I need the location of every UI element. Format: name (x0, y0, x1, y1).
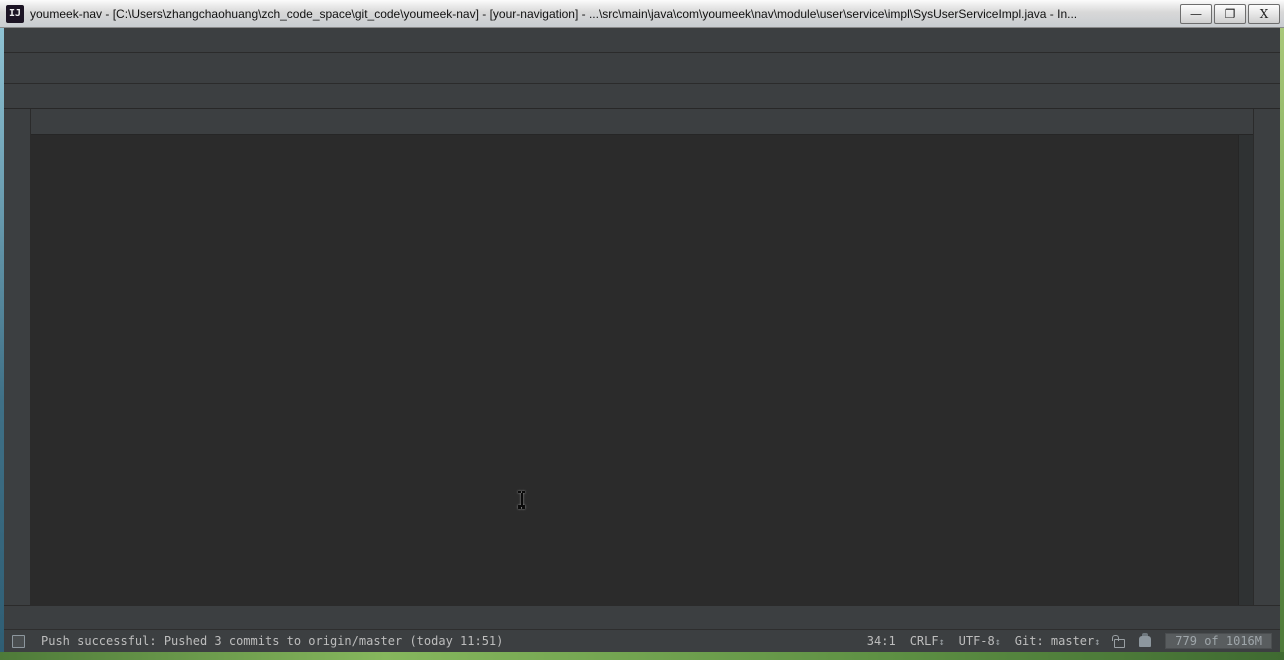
app-icon: IJ (6, 5, 24, 23)
window-border-right (1280, 28, 1284, 652)
hector-inspections-icon[interactable] (1139, 636, 1151, 647)
editor-tab-bar (31, 109, 1253, 135)
main-toolbar (4, 53, 1280, 84)
caret-position[interactable]: 34:1 (867, 634, 896, 648)
window-title: youmeek-nav - [C:\Users\zhangchaohuang\z… (30, 7, 1172, 21)
menu-bar (4, 28, 1280, 53)
ide-window: Push successful: Pushed 3 commits to ori… (4, 28, 1280, 652)
window-border-left (0, 28, 4, 652)
title-bar: IJ youmeek-nav - [C:\Users\zhangchaohuan… (0, 0, 1284, 28)
line-ending-selector[interactable]: CRLF↕ (910, 634, 945, 648)
breadcrumb (4, 84, 1280, 109)
status-message: Push successful: Pushed 3 commits to ori… (41, 634, 853, 648)
left-toolwindow-strip (4, 109, 31, 605)
maximize-button[interactable]: ❐ (1214, 4, 1246, 24)
code-editor[interactable] (31, 135, 1238, 605)
close-button[interactable]: X (1248, 4, 1280, 24)
git-branch-selector[interactable]: Git: master↕ (1015, 634, 1101, 648)
lock-icon[interactable] (1114, 639, 1125, 648)
status-bar: Push successful: Pushed 3 commits to ori… (4, 629, 1280, 652)
window-border-bottom (0, 652, 1284, 660)
right-toolwindow-strip (1253, 109, 1280, 605)
editor-area (31, 109, 1253, 605)
minimize-button[interactable]: — (1180, 4, 1212, 24)
bottom-toolwindow-bar (4, 605, 1280, 629)
memory-indicator[interactable]: 779 of 1016M (1165, 633, 1272, 649)
mouse-ibeam-cursor (517, 491, 526, 509)
error-stripe-scrollbar[interactable] (1238, 135, 1253, 605)
toolwindow-toggle-icon[interactable] (12, 635, 25, 648)
encoding-selector[interactable]: UTF-8↕ (959, 634, 1001, 648)
